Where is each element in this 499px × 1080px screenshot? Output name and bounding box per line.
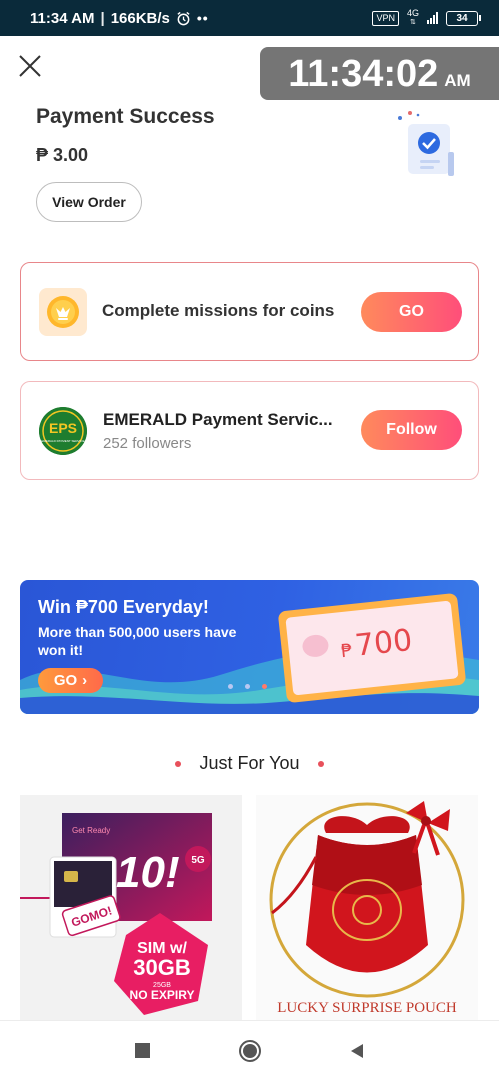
banner-go-button[interactable]: GO › xyxy=(38,668,103,693)
product-tag: LUCKY SURPRISE POUCH xyxy=(277,1000,457,1016)
close-button[interactable] xyxy=(16,52,44,80)
battery-level: 34 xyxy=(446,10,478,26)
alarm-icon xyxy=(177,11,190,25)
back-button[interactable] xyxy=(346,1040,368,1062)
product-expiry-text: NO EXPIRY xyxy=(130,988,195,1002)
clock-overlay: 11:34:02 AM xyxy=(260,47,499,100)
ticket-coin-icon xyxy=(301,633,330,659)
status-bar: 11:34 AM | 166KB/s •• VPN 4G ⇅ 34 xyxy=(0,0,499,36)
section-dot-right xyxy=(317,760,324,767)
signal-icon xyxy=(427,12,438,24)
product-card[interactable]: LUCKY SURPRISE POUCH xyxy=(256,795,478,1021)
banner-dot[interactable] xyxy=(245,684,250,689)
home-button[interactable] xyxy=(238,1039,261,1062)
home-circle-icon xyxy=(238,1039,261,1062)
banner-ticket-inner: ₱700 xyxy=(285,600,459,696)
close-icon xyxy=(19,55,41,77)
store-logo-subtext: EMERALD PAYMENT SERVICE xyxy=(41,439,84,443)
network-type: 4G ⇅ xyxy=(407,9,419,27)
banner-title: Win ₱700 Everyday! xyxy=(38,597,209,617)
status-separator: | xyxy=(100,9,105,27)
clock-ampm: AM xyxy=(444,71,471,90)
battery-icon: 34 xyxy=(446,10,481,26)
banner-subtitle: More than 500,000 users have won it! xyxy=(38,624,237,658)
view-order-button[interactable]: View Order xyxy=(36,182,142,222)
banner-ticket-amount-wrap: ₱700 xyxy=(339,623,414,665)
missions-go-button[interactable]: GO xyxy=(361,292,462,332)
vpn-badge: VPN xyxy=(372,10,399,26)
section-header: Just For You xyxy=(0,753,499,774)
product-image-pouch xyxy=(256,795,478,1021)
follow-button[interactable]: Follow xyxy=(361,410,462,450)
clock-time: 11:34:02 xyxy=(288,53,439,95)
store-logo-text: EPS xyxy=(49,420,77,436)
status-more-dots: •• xyxy=(196,10,209,26)
section-dot-left xyxy=(175,760,182,767)
store-followers: 252 followers xyxy=(103,435,192,452)
store-card: EPS EMERALD PAYMENT SERVICE EMERALD Paym… xyxy=(20,381,479,480)
network-type-label: 4G xyxy=(406,8,419,18)
status-time: 11:34 AM xyxy=(30,9,95,27)
stop-square-icon xyxy=(135,1043,150,1058)
system-nav-bar xyxy=(0,1020,499,1080)
coin-icon xyxy=(39,288,87,336)
battery-tip xyxy=(479,15,481,21)
banner-dot[interactable] xyxy=(228,684,233,689)
status-speed: 166KB/s xyxy=(110,9,170,27)
product-image-gomo: Get Ready 10! 5G GOMO! SIM w/ 30GB 25GB … xyxy=(20,795,242,1021)
payment-success-icon xyxy=(386,108,462,180)
network-arrows-icon: ⇅ xyxy=(410,19,416,26)
poster-big-text: 10! xyxy=(116,848,180,897)
store-name[interactable]: EMERALD Payment Servic... xyxy=(103,410,333,430)
chevron-right-icon: › xyxy=(82,672,88,689)
poster-ready-text: Get Ready xyxy=(72,826,110,835)
poster-badge: 5G xyxy=(191,855,205,866)
product-data-text: 30GB xyxy=(133,955,190,980)
section-title: Just For You xyxy=(199,753,300,773)
store-logo[interactable]: EPS EMERALD PAYMENT SERVICE xyxy=(39,407,87,455)
ticket-currency: ₱ xyxy=(340,640,354,663)
status-left: 11:34 AM | 166KB/s •• xyxy=(30,10,209,27)
banner-ticket: ₱700 xyxy=(277,592,467,704)
status-right: VPN 4G ⇅ 34 xyxy=(372,9,481,27)
payment-amount: ₱ 3.00 xyxy=(36,145,89,165)
banner-dot-active[interactable] xyxy=(262,684,267,689)
recent-apps-button[interactable] xyxy=(132,1040,154,1062)
missions-card: Complete missions for coins GO xyxy=(20,262,479,361)
missions-text: Complete missions for coins xyxy=(102,301,335,320)
promo-banner[interactable]: Win ₱700 Everyday! More than 500,000 use… xyxy=(20,580,479,714)
banner-go-label: GO xyxy=(53,672,78,689)
ticket-amount: 700 xyxy=(353,622,414,664)
product-card[interactable]: Get Ready 10! 5G GOMO! SIM w/ 30GB 25GB … xyxy=(20,795,242,1021)
back-triangle-icon xyxy=(350,1043,363,1058)
payment-title: Payment Success xyxy=(36,105,215,128)
banner-pagination xyxy=(228,684,267,689)
